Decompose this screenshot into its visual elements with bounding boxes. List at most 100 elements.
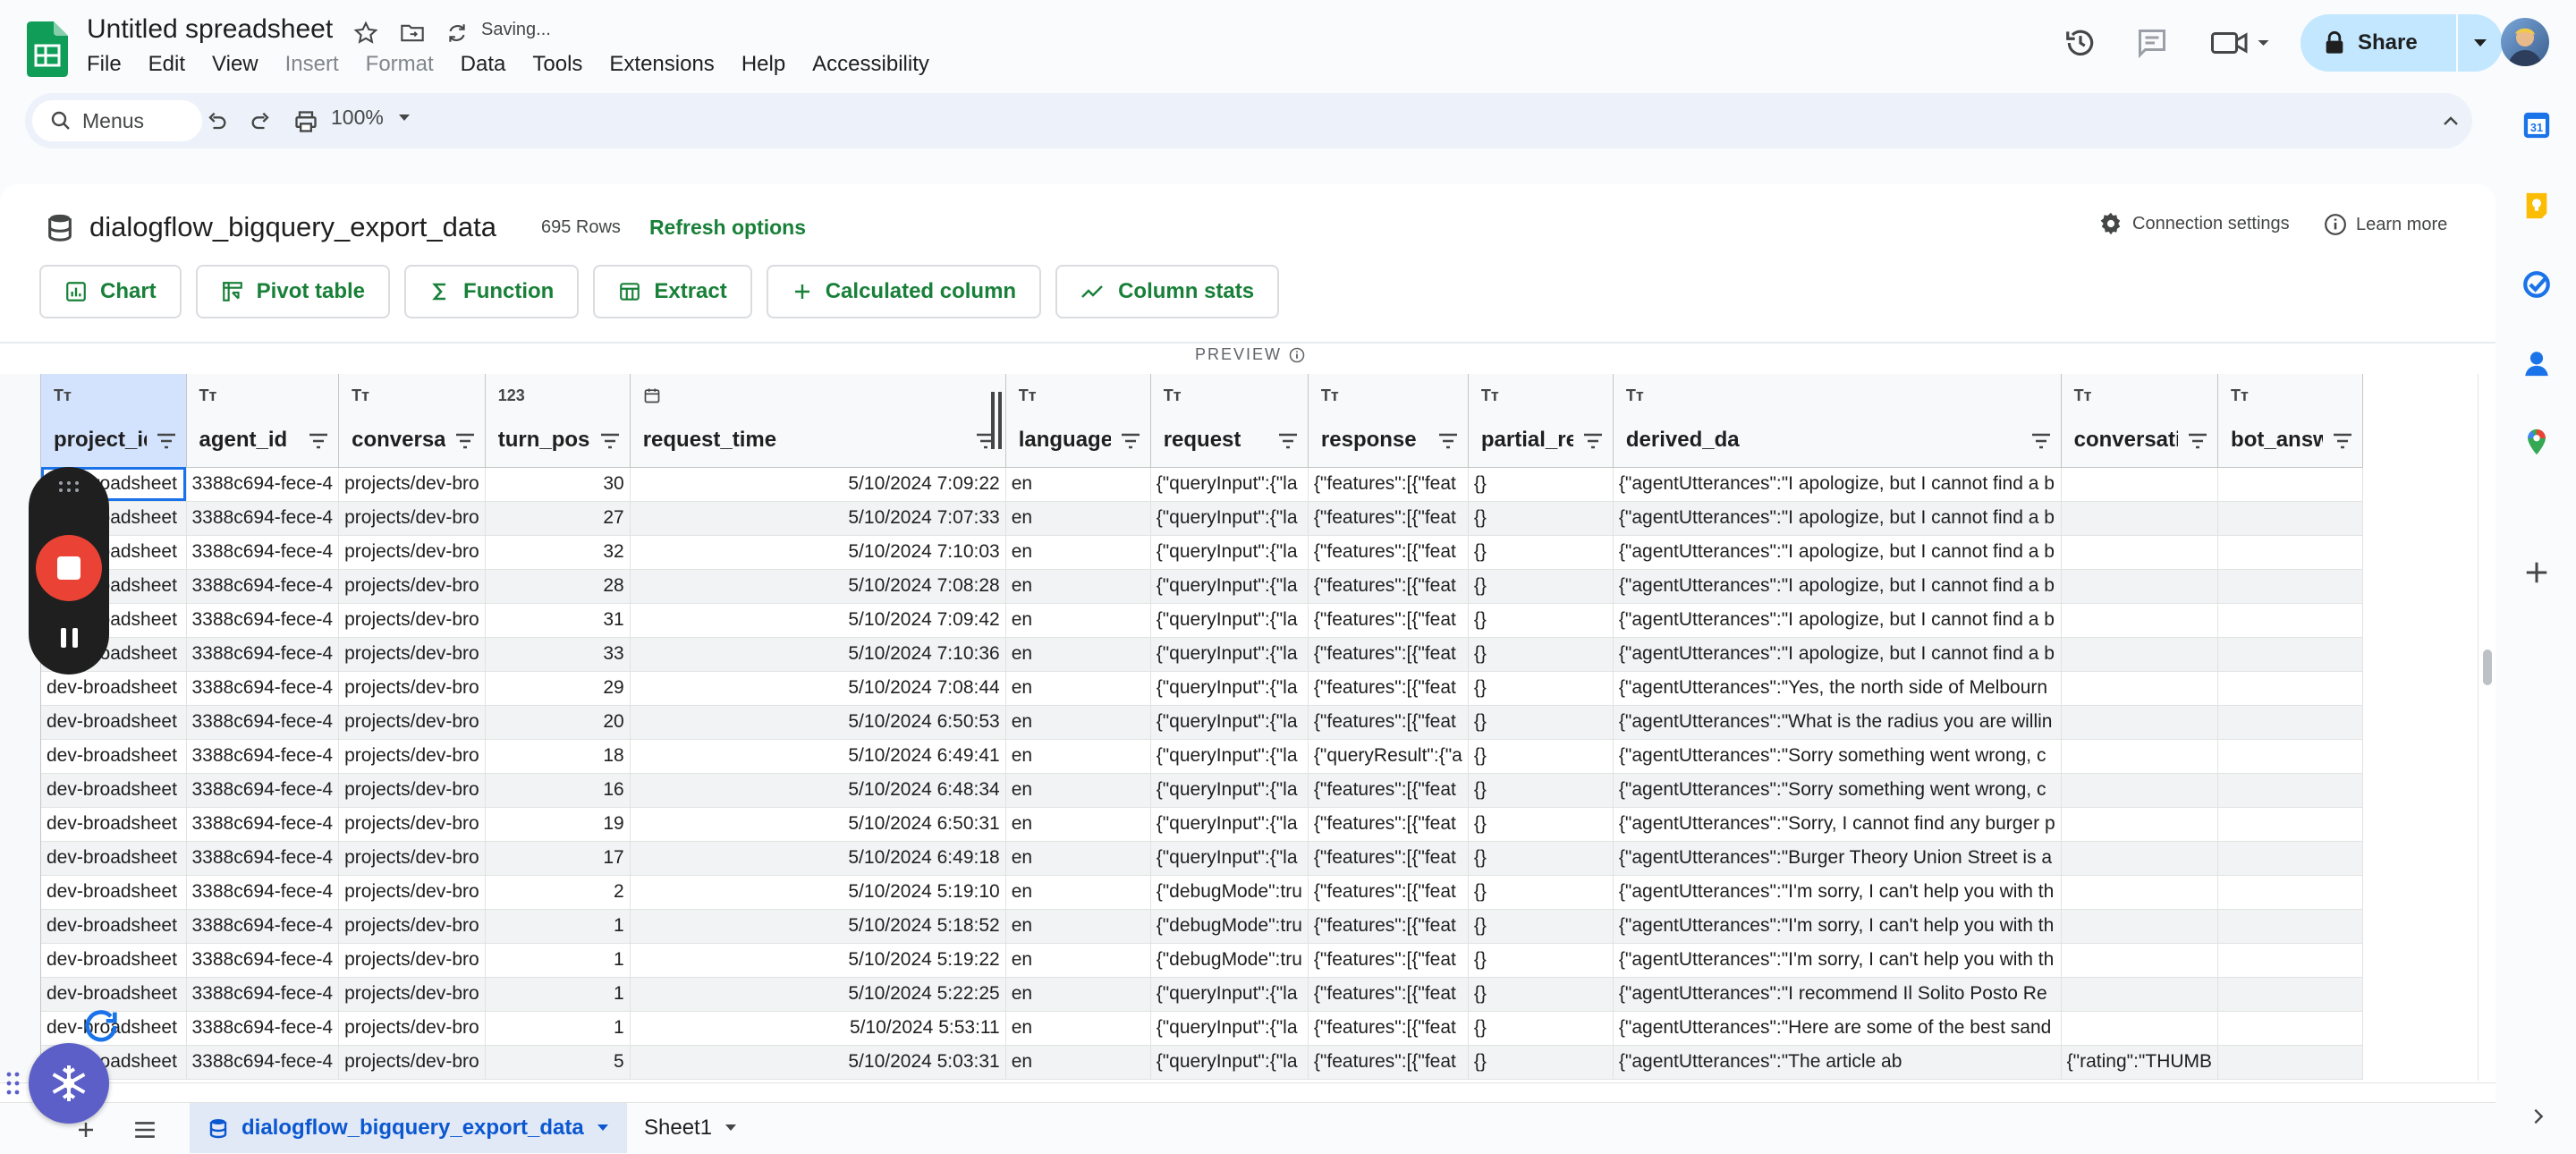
vertical-scrollbar[interactable]	[2478, 374, 2496, 1081]
table-cell[interactable]: {"features":[{"feat	[1308, 1045, 1469, 1080]
table-cell[interactable]: {"queryInput":{"la	[1150, 1011, 1309, 1046]
all-sheets-button[interactable]	[127, 1112, 163, 1148]
caret-down-icon[interactable]	[724, 1124, 737, 1133]
table-cell[interactable]: en	[1005, 467, 1151, 502]
table-cell[interactable]: dev-broadsheet	[41, 773, 187, 808]
table-cell[interactable]: {}	[1468, 773, 1614, 808]
table-cell[interactable]: en	[1005, 705, 1151, 740]
table-cell[interactable]	[2061, 705, 2219, 740]
filter-icon[interactable]	[1582, 433, 1604, 449]
version-history-icon[interactable]	[2063, 25, 2098, 61]
contacts-icon[interactable]	[2517, 344, 2556, 383]
table-cell[interactable]: {}	[1468, 603, 1614, 638]
table-cell[interactable]	[2061, 943, 2219, 978]
table-cell[interactable]: {"queryInput":{"la	[1150, 637, 1309, 672]
table-cell[interactable]: {"agentUtterances":"I'm sorry, I can't h…	[1613, 875, 2062, 910]
table-cell[interactable]: 5/10/2024 7:08:44	[630, 671, 1006, 706]
table-cell[interactable]: en	[1005, 535, 1151, 570]
function-button[interactable]: Function	[404, 265, 580, 318]
table-cell[interactable]: 2	[485, 875, 631, 910]
table-cell[interactable]: 5/10/2024 6:49:41	[630, 739, 1006, 774]
document-title[interactable]: Untitled spreadsheet	[87, 14, 333, 45]
table-cell[interactable]: 5/10/2024 7:10:36	[630, 637, 1006, 672]
share-button[interactable]: Share	[2301, 14, 2456, 72]
table-cell[interactable]	[2217, 875, 2364, 910]
undo-button[interactable]	[199, 104, 234, 140]
table-cell[interactable]: 5/10/2024 5:19:10	[630, 875, 1006, 910]
table-cell[interactable]: projects/dev-bro	[338, 977, 486, 1012]
table-cell[interactable]	[2061, 773, 2219, 808]
table-cell[interactable]: 5/10/2024 7:09:42	[630, 603, 1006, 638]
table-cell[interactable]: {}	[1468, 705, 1614, 740]
table-cell[interactable]: en	[1005, 909, 1151, 944]
table-cell[interactable]: en	[1005, 875, 1151, 910]
table-cell[interactable]: en	[1005, 501, 1151, 536]
extract-button[interactable]: Extract	[593, 265, 752, 318]
table-cell[interactable]	[2061, 807, 2219, 842]
filter-icon[interactable]	[1437, 433, 1459, 449]
stop-recording-button[interactable]	[36, 535, 102, 601]
table-cell[interactable]: 5/10/2024 7:08:28	[630, 569, 1006, 604]
table-cell[interactable]: {"queryResult":{"a	[1308, 739, 1469, 774]
table-cell[interactable]: {"queryInput":{"la	[1150, 569, 1309, 604]
table-cell[interactable]	[2217, 807, 2364, 842]
calculated-column-button[interactable]: Calculated column	[766, 265, 1042, 318]
table-cell[interactable]: 29	[485, 671, 631, 706]
table-cell[interactable]: en	[1005, 807, 1151, 842]
table-cell[interactable]: {"agentUtterances":"I'm sorry, I can't h…	[1613, 943, 2062, 978]
table-cell[interactable]	[2061, 535, 2219, 570]
table-cell[interactable]: 32	[485, 535, 631, 570]
table-cell[interactable]: 3388c694-fece-4	[186, 773, 340, 808]
table-cell[interactable]: projects/dev-bro	[338, 501, 486, 536]
table-cell[interactable]: dev-broadsheet	[41, 875, 187, 910]
meet-video-icon[interactable]	[2209, 25, 2272, 61]
table-cell[interactable]: {"debugMode":tru	[1150, 909, 1309, 944]
table-cell[interactable]: {"agentUtterances":"I apologize, but I c…	[1613, 535, 2062, 570]
table-cell[interactable]: {"queryInput":{"la	[1150, 671, 1309, 706]
table-cell[interactable]: {"features":[{"feat	[1308, 875, 1469, 910]
table-cell[interactable]: {"features":[{"feat	[1308, 977, 1469, 1012]
vertical-scroll-thumb[interactable]	[2483, 649, 2492, 685]
table-cell[interactable]: 5/10/2024 5:03:31	[630, 1045, 1006, 1080]
table-cell[interactable]	[2217, 1045, 2364, 1080]
menu-file[interactable]: File	[87, 50, 134, 81]
side-panel-toggle-chevron-icon[interactable]	[2521, 1099, 2556, 1134]
table-cell[interactable]: {"features":[{"feat	[1308, 501, 1469, 536]
table-cell[interactable]: en	[1005, 1011, 1151, 1046]
table-cell[interactable]: 3388c694-fece-4	[186, 841, 340, 876]
table-cell[interactable]: {}	[1468, 637, 1614, 672]
table-cell[interactable]: {"agentUtterances":"I apologize, but I c…	[1613, 467, 2062, 502]
table-cell[interactable]: 5/10/2024 6:49:18	[630, 841, 1006, 876]
column-header[interactable]: Tт conversati	[2061, 374, 2219, 468]
table-cell[interactable]	[2217, 535, 2364, 570]
table-cell[interactable]: {"queryInput":{"la	[1150, 977, 1309, 1012]
table-cell[interactable]: 1	[485, 943, 631, 978]
table-cell[interactable]: {"queryInput":{"la	[1150, 603, 1309, 638]
calendar-icon[interactable]: 31	[2517, 106, 2556, 145]
table-cell[interactable]: {"agentUtterances":"Here are some of the…	[1613, 1011, 2062, 1046]
table-cell[interactable]: dev-broadsheet	[41, 739, 187, 774]
table-cell[interactable]: projects/dev-bro	[338, 705, 486, 740]
table-cell[interactable]: 3388c694-fece-4	[186, 739, 340, 774]
chart-button[interactable]: Chart	[39, 265, 182, 318]
table-cell[interactable]: 1	[485, 1011, 631, 1046]
table-cell[interactable]: {}	[1468, 535, 1614, 570]
connection-settings-button[interactable]: Connection settings	[2098, 211, 2290, 236]
table-cell[interactable]: 3388c694-fece-4	[186, 671, 340, 706]
table-cell[interactable]: 27	[485, 501, 631, 536]
table-cell[interactable]: en	[1005, 943, 1151, 978]
filter-icon[interactable]	[2030, 433, 2052, 449]
table-cell[interactable]: projects/dev-bro	[338, 535, 486, 570]
column-header[interactable]: Tт partial_res	[1468, 374, 1614, 468]
table-cell[interactable]: {}	[1468, 977, 1614, 1012]
table-cell[interactable]: en	[1005, 1045, 1151, 1080]
table-cell[interactable]: en	[1005, 977, 1151, 1012]
table-cell[interactable]: 3388c694-fece-4	[186, 909, 340, 944]
pause-recording-button[interactable]	[55, 624, 82, 651]
table-cell[interactable]: {"features":[{"feat	[1308, 535, 1469, 570]
table-cell[interactable]: {"debugMode":tru	[1150, 875, 1309, 910]
caret-down-icon[interactable]	[597, 1124, 609, 1133]
table-cell[interactable]	[2217, 943, 2364, 978]
table-cell[interactable]: {"features":[{"feat	[1308, 467, 1469, 502]
table-cell[interactable]: 3388c694-fece-4	[186, 875, 340, 910]
